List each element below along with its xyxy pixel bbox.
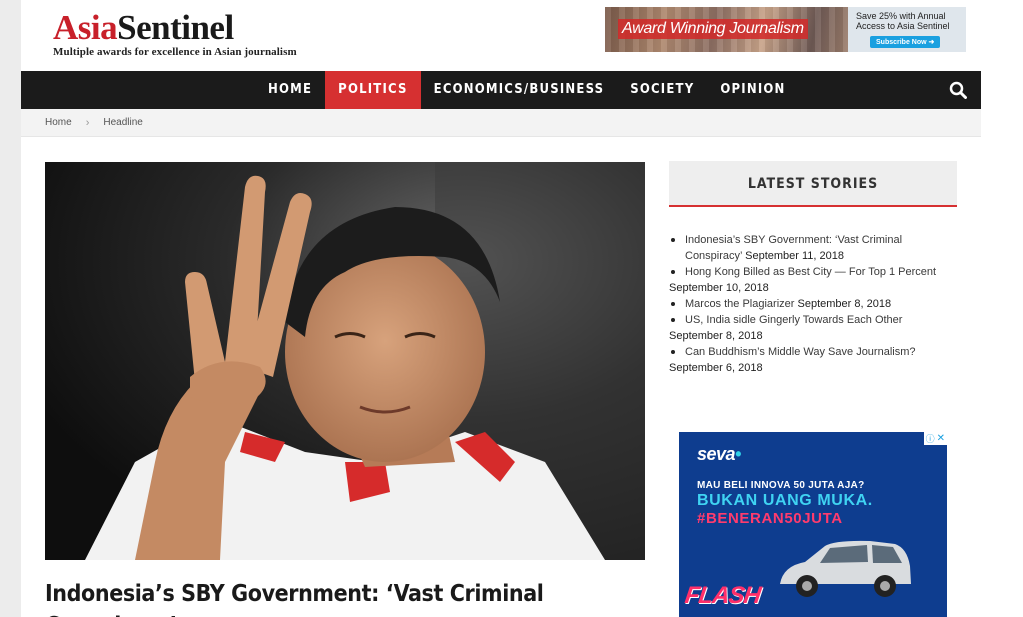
banner-offer-text: Save 25% with Annual Access to Asia Sent… [856,11,950,31]
header-banner-ad[interactable]: Award Winning Journalism Save 25% with A… [605,7,966,52]
nav-item-opinion[interactable]: OPINION [707,71,798,109]
nav-item-politics[interactable]: POLITICS [325,71,421,109]
nav-item-society[interactable]: SOCIETY [617,71,707,109]
latest-stories-list: Indonesia’s SBY Government: ‘Vast Crimin… [669,232,959,376]
subscribe-label: Subscribe Now [876,39,927,46]
story-date: September 8, 2018 [797,298,892,310]
story-link[interactable]: Can Buddhism’s Middle Way Save Journalis… [685,346,916,358]
story-link[interactable]: Hong Kong Billed as Best City — For Top … [685,266,936,278]
story-date: September 11, 2018 [745,250,844,262]
ad-line-1: MAU BELI INNOVA 50 JUTA AJA? [697,480,865,491]
ad-line-3: #BENERAN50JUTA [697,510,843,527]
list-item: Can Buddhism’s Middle Way Save Journalis… [669,344,959,376]
story-link[interactable]: US, India sidle Gingerly Towards Each Ot… [685,314,902,326]
nav-items: HOME POLITICS ECONOMICS/BUSINESS SOCIETY… [255,71,799,109]
logo-wordmark: AsiaSentinel [53,9,297,47]
ad-controls: ⓘ ✕ [923,432,947,445]
banner-offer-panel: Save 25% with Annual Access to Asia Sent… [848,7,966,52]
story-date: September 6, 2018 [669,362,763,374]
breadcrumb: Home › Headline [21,109,981,137]
ad-brand-logo: seva• [697,444,741,465]
list-item: Hong Kong Billed as Best City — For Top … [669,264,959,296]
logo-tagline: Multiple awards for excellence in Asian … [53,46,297,58]
logo-sentinel: Sentinel [117,8,234,47]
logo-asia: Asia [53,8,118,47]
list-item: Indonesia’s SBY Government: ‘Vast Crimin… [669,232,959,264]
breadcrumb-current: Headline [103,117,143,128]
ad-car-image [780,540,911,597]
ad-flash-text: FLASH [683,582,762,609]
main-nav: HOME POLITICS ECONOMICS/BUSINESS SOCIETY… [21,71,981,109]
ad-brand-dot: • [735,444,741,464]
page-gutter [981,0,1023,617]
story-date: September 10, 2018 [669,282,769,294]
story-date: September 8, 2018 [669,330,763,342]
subscribe-button[interactable]: Subscribe Now ➜ [870,36,941,48]
close-icon[interactable]: ✕ [937,433,945,444]
ad-info-icon[interactable]: ⓘ [926,432,935,445]
story-link[interactable]: Marcos the Plagiarizer [685,298,794,310]
article-hero-image [45,162,645,560]
banner-slogan: Award Winning Journalism [618,19,808,39]
ad-brand: seva [697,444,736,464]
latest-stories-header: LATEST STORIES [669,161,957,207]
nav-item-economics-business[interactable]: ECONOMICS/BUSINESS [421,71,618,109]
site-logo[interactable]: AsiaSentinel Multiple awards for excelle… [53,9,297,59]
sidebar-ad[interactable]: ⓘ ✕ seva• MAU BELI INNOVA 50 JUTA AJA? B… [679,432,947,617]
arrow-right-icon: ➜ [928,39,935,46]
ad-line-2: BUKAN UANG MUKA. [697,492,873,509]
latest-stories-title: LATEST STORIES [747,176,879,192]
banner-image: Award Winning Journalism [605,7,848,52]
list-item: US, India sidle Gingerly Towards Each Ot… [669,312,959,344]
breadcrumb-home[interactable]: Home [45,117,72,128]
chevron-right-icon: › [85,116,90,129]
search-icon[interactable] [949,81,967,99]
nav-item-home[interactable]: HOME [255,71,325,109]
list-item: Marcos the Plagiarizer September 8, 2018 [669,296,959,312]
article-headline: Indonesia’s SBY Government: ‘Vast Crimin… [45,581,544,617]
page: AsiaSentinel Multiple awards for excelle… [21,0,981,617]
